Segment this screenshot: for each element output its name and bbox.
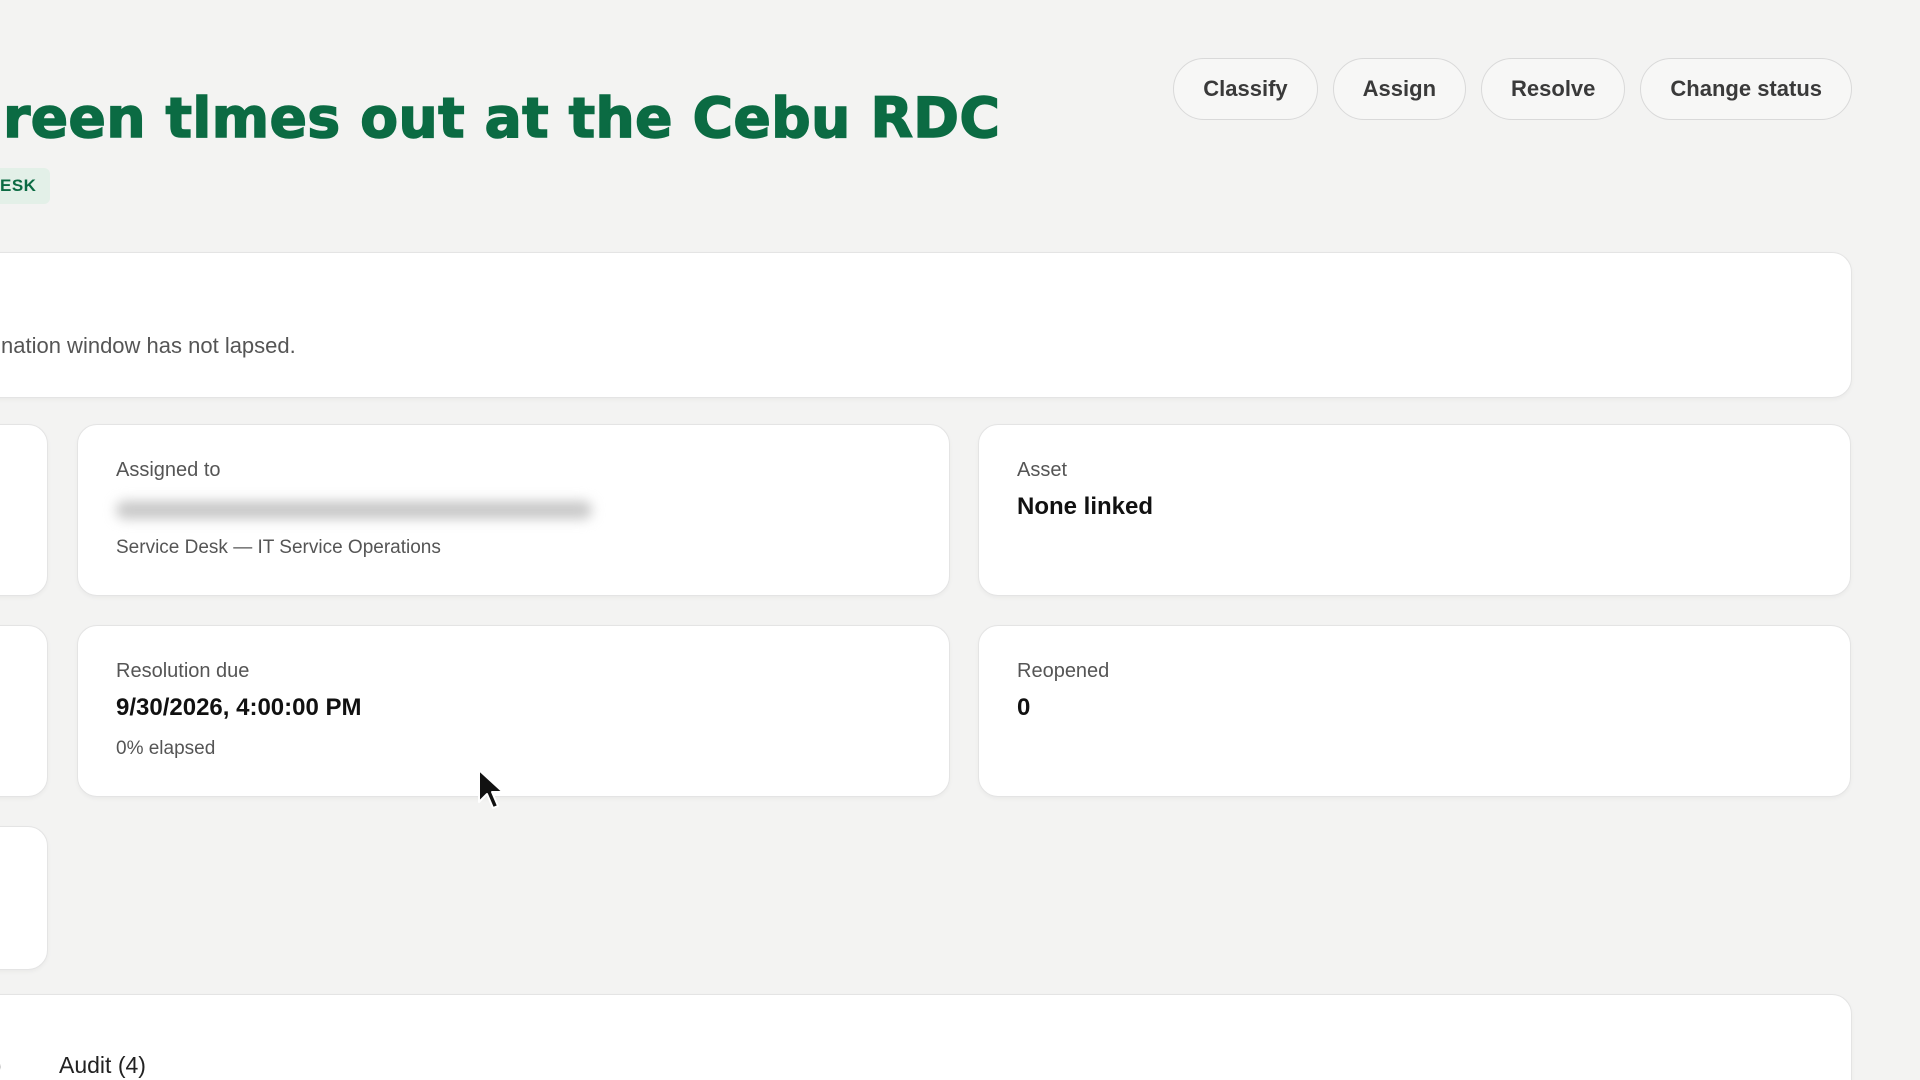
change-status-button[interactable]: Change status [1640,58,1852,120]
resolution-due-value: 9/30/2026, 4:00:00 PM [116,694,362,721]
sla-notice-text: nation window has not lapsed. [1,333,296,358]
reopened-label: Reopened [1017,660,1110,682]
resolution-due-card: Resolution due 9/30/2026, 4:00:00 PM 0% … [77,625,950,797]
team-tag: ESK [0,168,51,204]
tab-audit[interactable]: Audit (4) [59,1052,146,1079]
mouse-cursor-icon [478,769,504,809]
reopened-card: Reopened 0 [978,625,1851,797]
resolution-due-label: Resolution due [116,660,250,682]
partial-card-left-2 [0,625,48,797]
ticket-title: creen tlmes out at the Cebu RDC [0,85,1001,151]
sla-notice-banner: nation window has not lapsed. [0,252,1852,398]
asset-value: None linked [1017,493,1154,520]
assignee-name-redacted [116,501,592,519]
assign-button[interactable]: Assign [1332,58,1467,120]
asset-card: Asset None linked [978,424,1851,596]
asset-label: Asset [1017,459,1068,481]
reopened-value: 0 [1017,694,1031,721]
assigned-group-text: Service Desk — IT Service Operations [116,537,441,558]
ticket-detail-page: creen tlmes out at the Cebu RDC ESK Clas… [0,0,1920,1080]
resolution-elapsed-text: 0% elapsed [116,738,216,759]
partial-card-left-1 [0,424,48,596]
assigned-to-card: Assigned to Service Desk — IT Service Op… [77,424,950,596]
partial-card-left-3 [0,826,48,970]
resolve-button[interactable]: Resolve [1481,58,1626,120]
tab-partial[interactable]: ) [0,1052,2,1079]
assigned-to-label: Assigned to [116,459,221,481]
classify-button[interactable]: Classify [1173,58,1318,120]
activity-tabs-panel [0,994,1852,1080]
ticket-actions: Classify Assign Resolve Change status [1173,58,1852,120]
